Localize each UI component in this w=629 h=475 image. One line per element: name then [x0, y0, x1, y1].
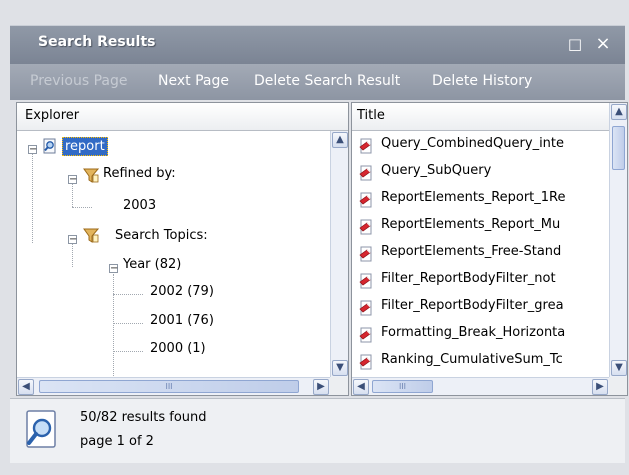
filter-funnel-icon	[83, 168, 99, 183]
tree-node-report[interactable]: report	[62, 137, 108, 156]
search-results-panel: Search Results □ × Previous Page Next Pa…	[0, 0, 629, 475]
scroll-right-icon[interactable]: ▶	[313, 379, 329, 395]
scroll-right-icon[interactable]: ▶	[592, 379, 608, 395]
tree-node-refined-2003[interactable]: 2003	[123, 198, 156, 213]
scroll-left-icon[interactable]: ◀	[353, 379, 369, 395]
result-title-label: Filter_ReportBodyFilter_grea	[381, 298, 564, 313]
explorer-scroll-thumb[interactable]: III	[39, 380, 299, 393]
scroll-up-icon[interactable]: ▲	[611, 104, 627, 120]
previous-page-button[interactable]: Previous Page	[30, 73, 128, 89]
delete-search-result-button[interactable]: Delete Search Result	[254, 73, 400, 89]
delete-history-button[interactable]: Delete History	[432, 73, 532, 89]
result-title-label: Query_CombinedQuery_inte	[381, 136, 565, 151]
close-icon[interactable]: ×	[594, 35, 612, 53]
explorer-pane: Explorer − report − Refined by: 2003 − S…	[16, 102, 349, 396]
report-document-icon	[359, 165, 372, 181]
scrollbar-corner	[330, 377, 348, 395]
result-title-label: Query_SubQuery	[381, 163, 492, 178]
filter-funnel-icon	[83, 228, 99, 243]
tree-node-year-2001[interactable]: 2001 (76)	[150, 313, 214, 328]
tree-node-year-2002[interactable]: 2002 (79)	[150, 284, 214, 299]
tree-line	[72, 244, 73, 267]
scroll-left-icon[interactable]: ◀	[18, 379, 34, 395]
search-document-icon	[26, 410, 56, 448]
results-horizontal-scrollbar[interactable]: ◀ III ▶	[352, 377, 609, 395]
results-pane: Title Query_CombinedQuery_inte Query_SubQ…	[351, 102, 628, 396]
collapse-year-icon[interactable]: −	[109, 264, 118, 274]
results-toolbar: Previous Page Next Page Delete Search Re…	[10, 64, 625, 100]
explorer-vertical-scrollbar[interactable]: ▲ ▼	[330, 131, 348, 377]
results-vertical-scrollbar[interactable]: ▲ ▼	[609, 103, 627, 377]
status-bar: 50/82 results found page 1 of 2	[10, 398, 625, 463]
tree-node-search-topics[interactable]: Search Topics:	[115, 228, 208, 243]
results-count-label: 50/82 results found	[80, 410, 207, 425]
result-title-label: Formatting_Break_Horizonta	[381, 325, 566, 340]
collapse-search-topics-icon[interactable]: −	[68, 235, 77, 245]
tree-line	[113, 351, 143, 352]
report-document-icon	[359, 219, 372, 235]
tree-line	[113, 323, 143, 324]
scroll-up-icon[interactable]: ▲	[332, 132, 348, 148]
page-indicator-label: page 1 of 2	[80, 434, 154, 449]
report-document-icon	[359, 192, 372, 208]
scroll-down-icon[interactable]: ▼	[332, 360, 348, 376]
result-title-label: Filter_ReportBodyFilter_not	[381, 271, 556, 286]
collapse-report-icon[interactable]: −	[28, 145, 37, 155]
panel-title: Search Results	[38, 34, 156, 50]
report-document-icon	[359, 327, 372, 343]
explorer-header: Explorer	[17, 103, 348, 131]
tree-node-refined-by[interactable]: Refined by:	[103, 166, 176, 181]
next-page-button[interactable]: Next Page	[158, 73, 229, 89]
result-title-label: ReportElements_Report_Mu	[381, 217, 561, 232]
result-title-label: ReportElements_Report_1Re	[381, 190, 566, 205]
tree-line	[72, 184, 73, 207]
results-title-header[interactable]: Title	[352, 103, 627, 131]
explorer-horizontal-scrollbar[interactable]: ◀ III ▶	[17, 377, 330, 395]
tree-node-year-2000[interactable]: 2000 (1)	[150, 341, 206, 356]
collapse-refined-by-icon[interactable]: −	[68, 175, 77, 185]
report-document-icon	[359, 300, 372, 316]
scrollbar-corner	[609, 377, 627, 395]
restore-icon[interactable]: □	[566, 35, 584, 53]
panel-title-bar: Search Results □ ×	[10, 25, 625, 64]
tree-line	[113, 294, 143, 295]
results-scroll-thumb[interactable]	[612, 126, 625, 170]
report-document-icon	[359, 354, 372, 370]
results-scroll-thumb-horizontal[interactable]: III	[372, 380, 433, 393]
tree-node-year[interactable]: Year (82)	[123, 257, 181, 272]
result-title-label: Ranking_CumulativeSum_Tc	[381, 352, 563, 367]
tree-line	[72, 207, 92, 208]
report-document-icon	[359, 246, 372, 262]
report-document-icon	[359, 138, 372, 154]
report-document-icon	[359, 273, 372, 289]
scroll-down-icon[interactable]: ▼	[611, 360, 627, 376]
tree-line	[32, 154, 33, 243]
search-document-icon	[43, 138, 56, 154]
tree-line	[113, 274, 114, 378]
result-title-label: ReportElements_Free-Stand	[381, 244, 562, 259]
